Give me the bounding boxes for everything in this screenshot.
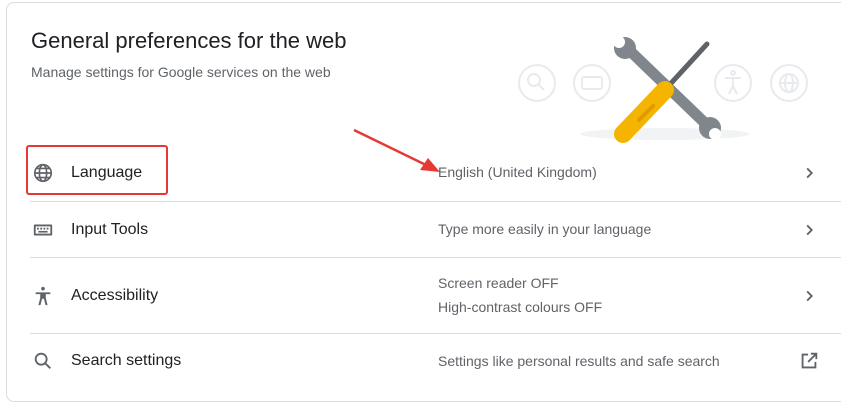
annotation-arrow-icon bbox=[353, 128, 440, 172]
accessibility-circle-icon bbox=[714, 64, 752, 102]
page-subtitle: Manage settings for Google services on t… bbox=[31, 64, 331, 80]
accessibility-screen-reader-value: Screen reader OFF bbox=[438, 275, 559, 291]
language-value: English (United Kingdom) bbox=[438, 164, 597, 180]
keyboard-circle-icon bbox=[573, 64, 611, 102]
accessibility-row[interactable]: Accessibility Screen reader OFF High-con… bbox=[22, 258, 841, 334]
search-settings-label: Search settings bbox=[71, 352, 182, 369]
open-in-new-icon[interactable] bbox=[798, 350, 820, 372]
hero-illustration bbox=[515, 34, 815, 144]
globe-circle-icon bbox=[770, 64, 808, 102]
accessibility-contrast-value: High-contrast colours OFF bbox=[438, 299, 603, 315]
search-icon bbox=[32, 350, 54, 372]
search-settings-row[interactable]: Search settings Settings like personal r… bbox=[22, 334, 841, 388]
chevron-right-icon[interactable] bbox=[798, 162, 820, 184]
input-tools-row[interactable]: Input Tools Type more easily in your lan… bbox=[22, 202, 841, 258]
chevron-right-icon[interactable] bbox=[798, 285, 820, 307]
input-tools-label: Input Tools bbox=[71, 221, 149, 238]
chevron-right-icon[interactable] bbox=[798, 219, 820, 241]
language-highlight-box bbox=[26, 145, 168, 195]
input-tools-value: Type more easily in your language bbox=[438, 221, 652, 237]
search-settings-value: Settings like personal results and safe … bbox=[438, 353, 720, 369]
page-title: General preferences for the web bbox=[31, 28, 347, 53]
accessibility-icon bbox=[32, 285, 54, 307]
accessibility-label: Accessibility bbox=[71, 287, 159, 304]
tools-shadow bbox=[580, 128, 750, 140]
keyboard-icon bbox=[32, 219, 54, 241]
search-circle-icon bbox=[518, 64, 556, 102]
